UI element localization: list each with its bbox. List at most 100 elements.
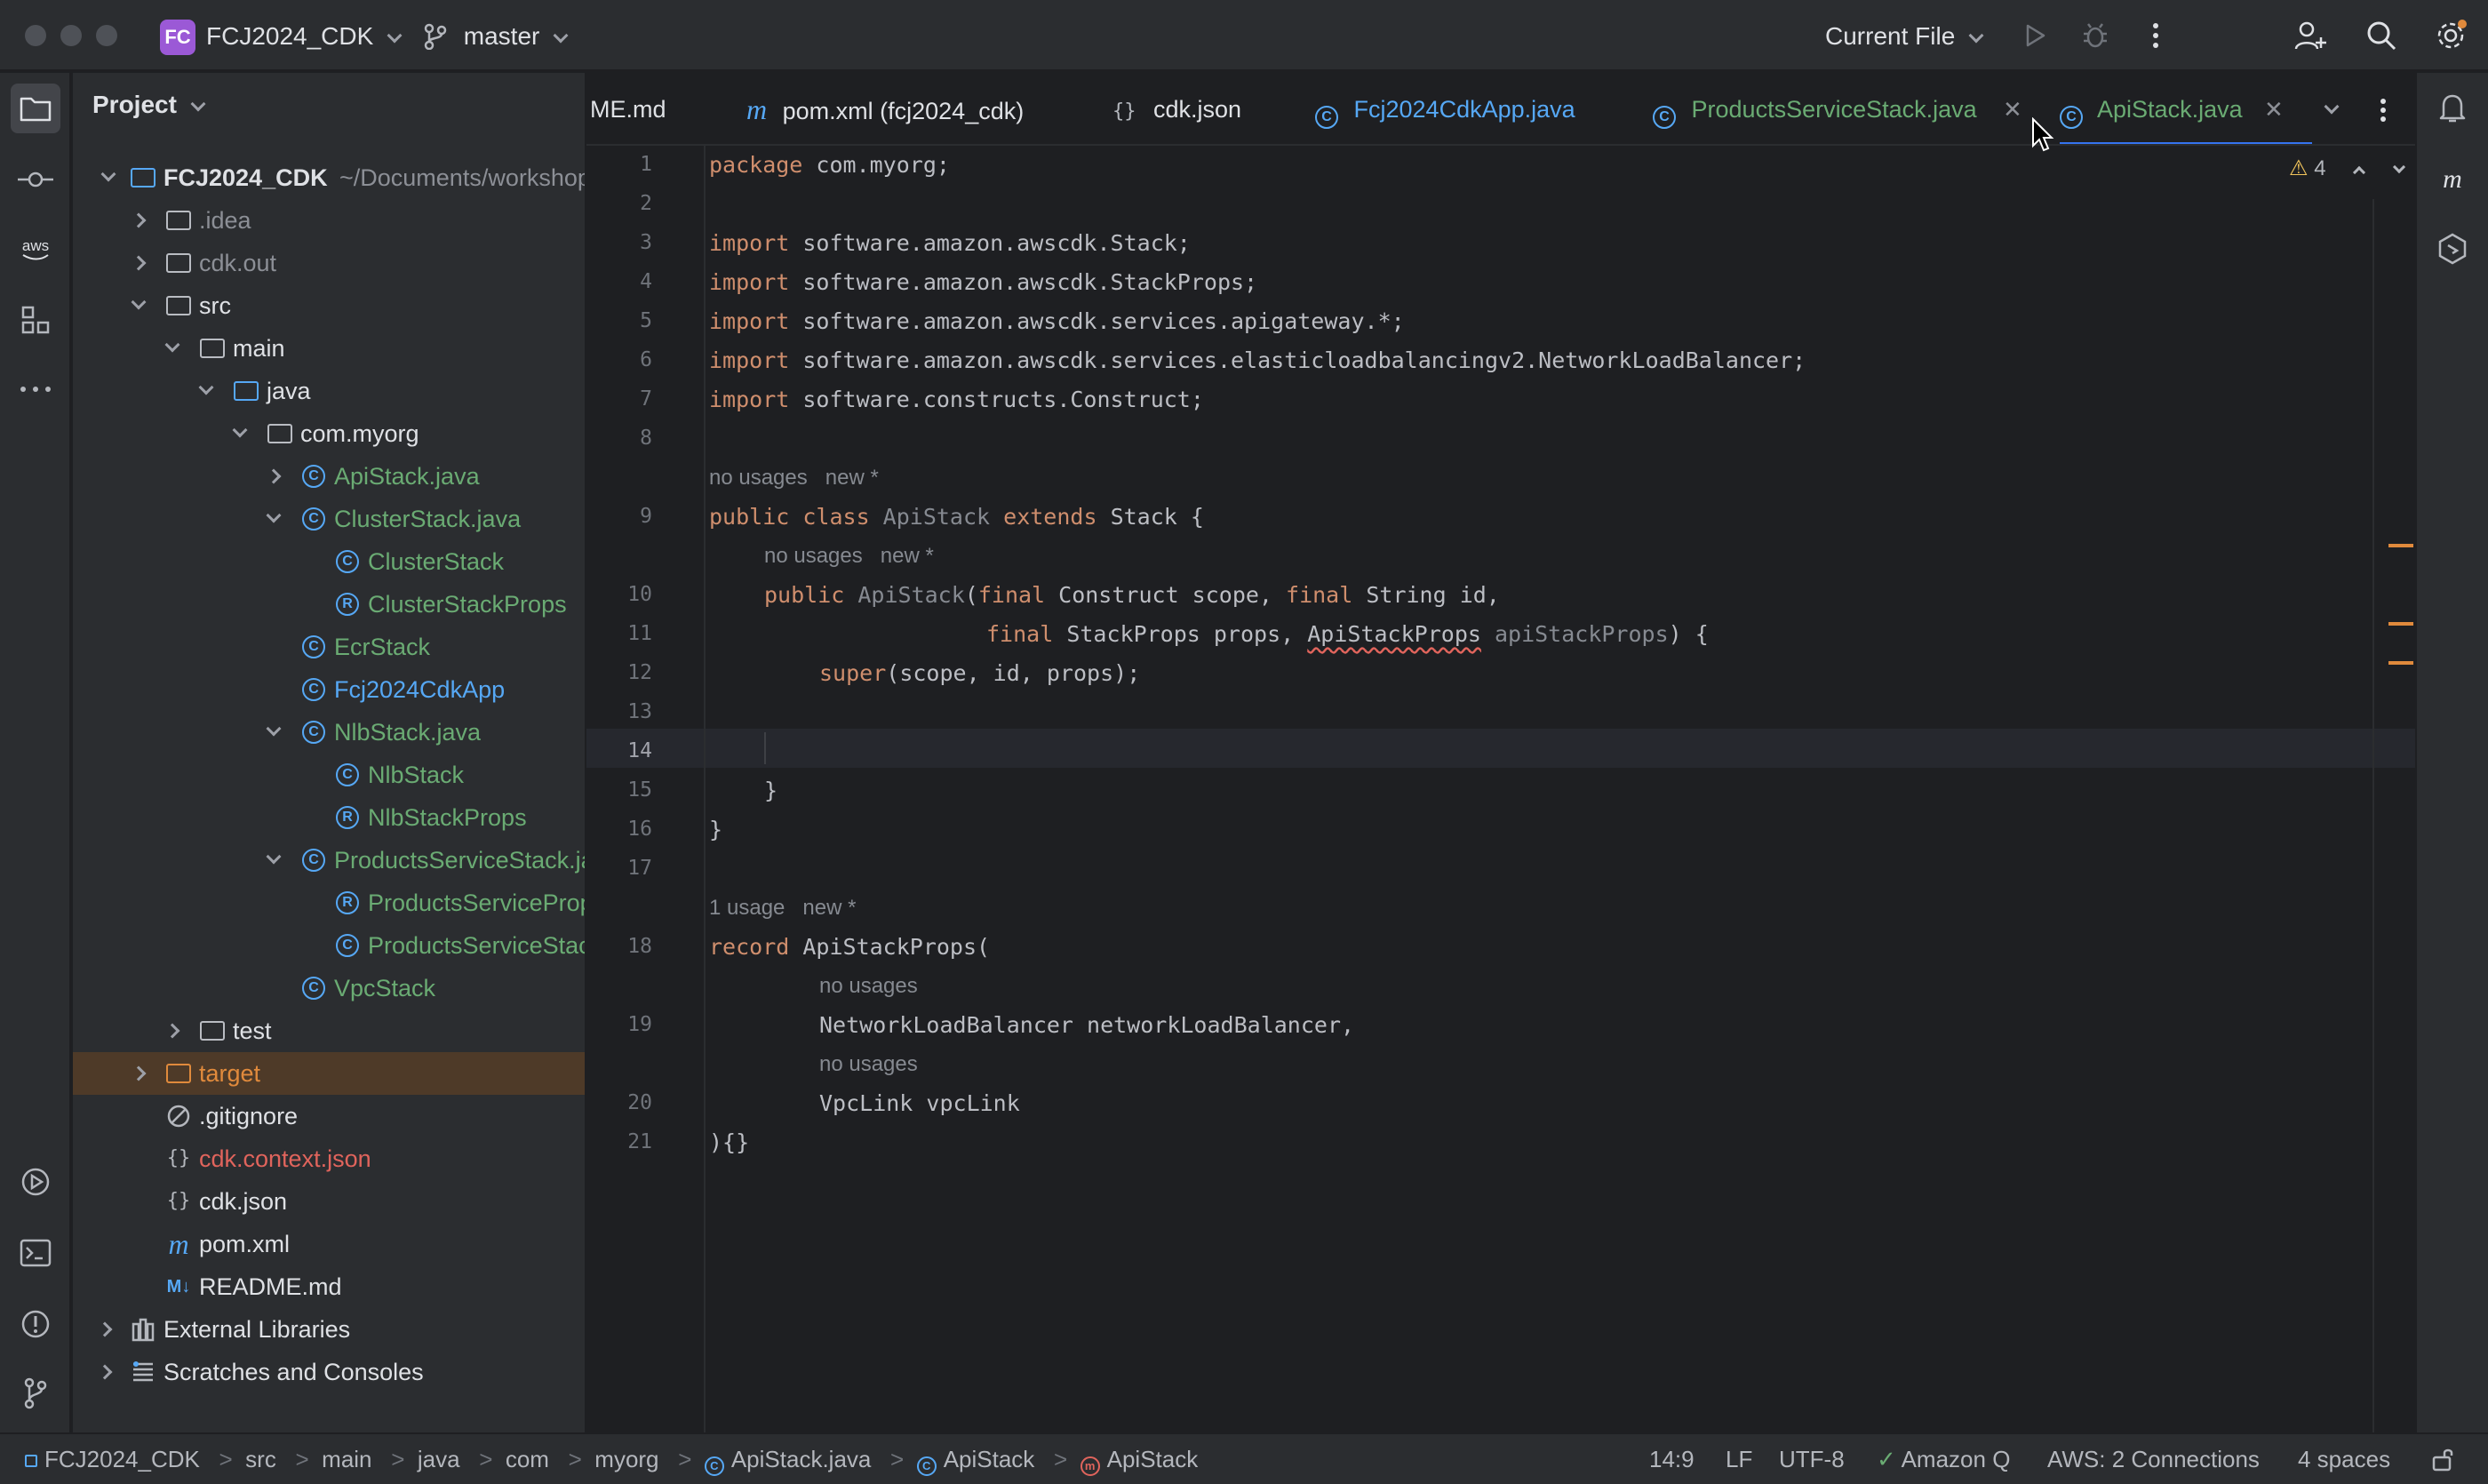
tree-row-target[interactable]: target [73, 1052, 585, 1095]
debug-button[interactable] [2076, 16, 2115, 55]
inspection-widget[interactable]: ⚠ 4 [2289, 153, 2405, 185]
project-panel-header[interactable]: Project [92, 91, 206, 119]
expand-arrow-icon[interactable] [131, 255, 147, 271]
expand-arrow-icon[interactable] [164, 1023, 180, 1039]
expand-arrow-icon[interactable] [232, 422, 248, 438]
services-tool-button[interactable] [11, 1157, 60, 1207]
inlay-usage-hint[interactable]: no usages [819, 967, 918, 1006]
search-everywhere-button[interactable] [2362, 16, 2401, 55]
code-editor[interactable]: 1 2 3 4 5 6 7 8 9 10 11 12 13 14 15 16 1… [586, 117, 2415, 1432]
inlay-usage-hint[interactable]: no usages new * [764, 537, 934, 576]
breadcrumb-item[interactable]: src [245, 1446, 276, 1472]
tree-row-record[interactable]: R ClusterStackProps [73, 583, 585, 626]
problems-tool-button[interactable] [11, 1299, 60, 1349]
tree-row-pom[interactable]: m pom.xml [73, 1223, 585, 1265]
breadcrumb-item[interactable]: myorg [594, 1446, 658, 1472]
terminal-tool-button[interactable] [11, 1228, 60, 1278]
close-tab-button[interactable]: ✕ [2003, 73, 2022, 144]
expand-arrow-icon[interactable] [97, 1321, 113, 1337]
scrollbar-track[interactable] [2372, 199, 2374, 1432]
expand-arrow-icon[interactable] [198, 379, 214, 395]
close-tab-button[interactable]: ✕ [2264, 73, 2284, 144]
tree-row-package[interactable]: com.myorg [73, 412, 585, 455]
tree-row-file[interactable]: C ApiStack.java [73, 455, 585, 498]
tree-row-file[interactable]: C ProductsServiceStack.java [73, 839, 585, 882]
caret-position[interactable]: 14:9 [1649, 1434, 1695, 1484]
window-minimize-button[interactable] [60, 25, 82, 46]
tree-row-record[interactable]: R NlbStackProps [73, 796, 585, 839]
tab-cdk-json[interactable]: {} cdk.json [1112, 73, 1241, 144]
maven-tool-button[interactable]: m [2428, 155, 2477, 204]
code-with-me-button[interactable] [2291, 16, 2330, 55]
inlay-usage-hint[interactable]: no usages [819, 1045, 918, 1084]
tree-row-main[interactable]: main [73, 327, 585, 370]
expand-arrow-icon[interactable] [266, 849, 282, 865]
window-zoom-button[interactable] [96, 25, 117, 46]
breadcrumb-item[interactable]: ApiStack [1107, 1446, 1199, 1472]
inlay-usage-hint[interactable]: no usages new * [709, 459, 879, 498]
expand-arrow-icon[interactable] [164, 337, 180, 353]
next-highlight-icon[interactable] [2392, 160, 2405, 174]
warning-stripe-marker[interactable] [2388, 661, 2413, 665]
file-encoding[interactable]: UTF-8 [1779, 1434, 1845, 1484]
tree-row-class[interactable]: C ProductsServiceStack [73, 924, 585, 967]
tree-row-class[interactable]: C NlbStack [73, 754, 585, 796]
tree-row-root[interactable]: FCJ2024_CDK ~/Documents/workshop [73, 156, 585, 199]
tree-row-idea[interactable]: .idea [73, 199, 585, 242]
warning-stripe-marker[interactable] [2388, 544, 2413, 547]
project-tool-button[interactable] [11, 84, 60, 133]
tab-actions-button[interactable] [2380, 73, 2387, 144]
tree-row-record[interactable]: R ProductsServiceProps [73, 882, 585, 924]
expand-arrow-icon[interactable] [97, 1364, 113, 1380]
indent-setting[interactable]: 4 spaces [2298, 1434, 2390, 1484]
tree-row-cdk-out[interactable]: cdk.out [73, 242, 585, 284]
tree-row-readme[interactable]: M↓ README.md [73, 1265, 585, 1308]
tree-row-scratches[interactable]: Scratches and Consoles [73, 1351, 585, 1393]
run-button[interactable] [2015, 16, 2054, 55]
branch-switcher[interactable]: master [423, 20, 569, 53]
tree-row-external-libraries[interactable]: External Libraries [73, 1308, 585, 1351]
structure-tool-button[interactable] [11, 295, 60, 345]
run-config-selector[interactable]: Current File [1825, 20, 1984, 53]
expand-arrow-icon[interactable] [266, 507, 282, 523]
expand-arrow-icon[interactable] [266, 721, 282, 737]
expand-arrow-icon[interactable] [100, 166, 116, 182]
git-tool-button[interactable] [11, 1368, 60, 1418]
code-area[interactable]: package com.myorg; import software.amazo… [709, 146, 2397, 1432]
settings-button[interactable] [2431, 16, 2470, 55]
aws-connections[interactable]: AWS: 2 Connections [2047, 1434, 2260, 1484]
tab-productsservicestack[interactable]: C ProductsServiceStack.java [1653, 73, 1977, 144]
more-tools-button[interactable] [11, 364, 60, 414]
aws-toolkit-button[interactable]: aws [11, 224, 60, 274]
read-only-toggle[interactable] [2431, 1434, 2454, 1484]
expand-arrow-icon[interactable] [131, 212, 147, 228]
breadcrumb-item[interactable]: main [322, 1446, 371, 1472]
tree-row-file[interactable]: C ClusterStack.java [73, 498, 585, 540]
tree-row-class[interactable]: C ClusterStack [73, 540, 585, 583]
tab-readme[interactable]: ME.md [590, 73, 666, 144]
breadcrumb-item[interactable]: com [506, 1446, 549, 1472]
tree-row-gitignore[interactable]: .gitignore [73, 1095, 585, 1137]
amazon-q-button[interactable] [2428, 224, 2477, 274]
breadcrumb-item[interactable]: FCJ2024_CDK [44, 1446, 200, 1472]
commit-tool-button[interactable] [11, 155, 60, 204]
project-switcher[interactable]: FCJ2024_CDK [206, 20, 403, 53]
breadcrumb-item[interactable]: ApiStack [944, 1446, 1035, 1472]
more-actions-button[interactable] [2136, 16, 2175, 55]
line-separator[interactable]: LF [1726, 1434, 1752, 1484]
notifications-button[interactable] [2428, 84, 2477, 133]
tree-row-java[interactable]: java [73, 370, 585, 412]
tree-row-file[interactable]: C NlbStack.java [73, 711, 585, 754]
previous-highlight-icon[interactable] [2353, 165, 2366, 180]
tree-row-src[interactable]: src [73, 284, 585, 327]
tree-row-class[interactable]: C EcrStack [73, 626, 585, 668]
expand-arrow-icon[interactable] [266, 468, 282, 484]
tab-fcj2024cdkapp[interactable]: C Fcj2024CdkApp.java [1315, 73, 1575, 144]
expand-arrow-icon[interactable] [131, 294, 147, 310]
window-close-button[interactable] [25, 25, 46, 46]
breadcrumb-item[interactable]: ApiStack.java [731, 1446, 872, 1472]
tab-pom-xml[interactable]: m pom.xml (fcj2024_cdk) [746, 73, 1024, 144]
tree-row-json[interactable]: {} cdk.json [73, 1180, 585, 1223]
inlay-usage-hint[interactable]: 1 usage new * [709, 889, 856, 928]
tree-row-test[interactable]: test [73, 1009, 585, 1052]
